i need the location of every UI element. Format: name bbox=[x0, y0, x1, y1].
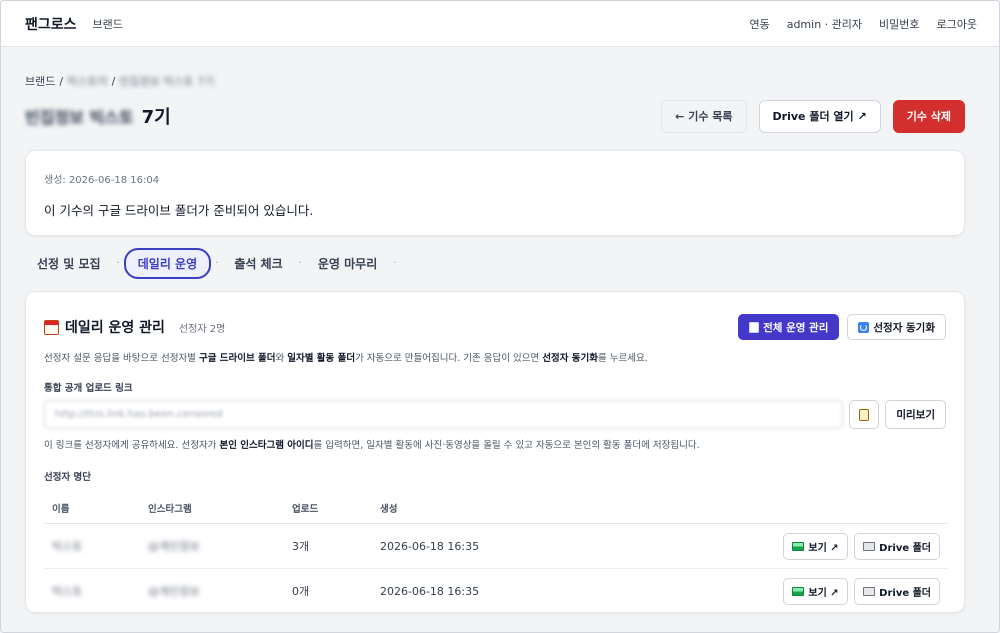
section-description: 선정자 설문 응답을 바탕으로 선정자별 구글 드라이브 폴더와 일자별 활동 … bbox=[44, 350, 946, 364]
desc-text: 선정자 설문 응답을 바탕으로 선정자별 bbox=[44, 353, 199, 364]
desc-text: 를 누르세요. bbox=[598, 353, 648, 364]
col-actions bbox=[572, 495, 948, 524]
back-to-list-button[interactable]: ← 기수 목록 bbox=[661, 99, 747, 133]
row-uploads: 0개 bbox=[284, 568, 372, 614]
clipboard-icon bbox=[859, 408, 870, 421]
tab-separator: · bbox=[215, 257, 219, 269]
manage-all-label: 전체 운영 관리 bbox=[763, 321, 829, 334]
clipboard-list-icon bbox=[749, 321, 760, 333]
col-name: 이름 bbox=[44, 495, 140, 524]
tab-separator: · bbox=[298, 257, 302, 269]
view-button[interactable]: 보기 ↗ bbox=[783, 577, 848, 605]
section-title: 데일리 운영 관리 선정자 2명 bbox=[44, 317, 225, 337]
breadcrumb-brand[interactable]: 빅스토어 bbox=[67, 73, 107, 89]
manage-all-button[interactable]: 전체 운영 관리 bbox=[738, 314, 840, 340]
header-actions: ← 기수 목록 Drive 폴더 열기 ↗ 기수 삭제 bbox=[661, 99, 965, 133]
section-actions: 전체 운영 관리 선정자 동기화 bbox=[738, 314, 946, 340]
page-title-cohort: 7기 bbox=[141, 107, 171, 128]
hint-text: 를 입력하면, 일자별 활동에 사진·동영상을 올릴 수 있고 자동으로 본인의… bbox=[313, 440, 700, 451]
nav-right: 연동 admin · 관리자 비밀번호 로그아웃 bbox=[749, 16, 977, 32]
nav-link-password[interactable]: 비밀번호 bbox=[879, 16, 919, 32]
tab-daily[interactable]: 데일리 운영 bbox=[123, 247, 212, 279]
sync-selected-button[interactable]: 선정자 동기화 bbox=[847, 314, 946, 340]
hint-emphasis: 본인 인스타그램 아이디 bbox=[219, 440, 314, 451]
nav-link-account[interactable]: admin · 관리자 bbox=[787, 16, 862, 32]
upload-link-input[interactable] bbox=[44, 400, 844, 429]
col-instagram: 인스타그램 bbox=[140, 495, 284, 524]
hint-text: 이 링크를 선정자에게 공유하세요. 선정자가 bbox=[44, 440, 220, 451]
row-instagram: @계인정보 bbox=[140, 523, 284, 569]
desc-text: 와 bbox=[275, 353, 288, 364]
stage-tabs: 선정 및 모집 · 데일리 운영 · 출석 체크 · 운영 마무리 · bbox=[25, 247, 400, 279]
open-drive-folder-button[interactable]: Drive 폴더 열기 ↗ bbox=[758, 99, 881, 133]
tab-attendance[interactable]: 출석 체크 bbox=[222, 250, 294, 277]
page-header: 빈집정보 빅스토 7기 ← 기수 목록 Drive 폴더 열기 ↗ 기수 삭제 bbox=[25, 99, 965, 133]
view-label: 보기 ↗ bbox=[808, 587, 839, 599]
section-header: 데일리 운영 관리 선정자 2명 전체 운영 관리 선정자 동기화 bbox=[44, 314, 946, 340]
daily-ops-card: 데일리 운영 관리 선정자 2명 전체 운영 관리 선정자 동기화 선정자 설문… bbox=[25, 291, 965, 614]
drive-folder-button[interactable]: Drive 폴더 bbox=[854, 577, 940, 605]
preview-button[interactable]: 미리보기 bbox=[885, 400, 946, 429]
upload-link-row: 미리보기 bbox=[44, 400, 946, 429]
page-title-name: 빈집정보 빅스토 bbox=[25, 108, 134, 127]
row-created: 2026-06-18 16:35 bbox=[372, 523, 572, 569]
top-nav: 팬그로스 브랜드 연동 admin · 관리자 비밀번호 로그아웃 bbox=[1, 1, 999, 47]
table-row: 빅스토 @계인정보 0개 2026-06-18 16:35 보기 ↗ Drive… bbox=[44, 568, 948, 614]
drive-folder-label: Drive 폴더 bbox=[879, 587, 931, 599]
row-actions: 보기 ↗ Drive 폴더 bbox=[572, 523, 948, 569]
selected-count: 선정자 2명 bbox=[178, 323, 226, 335]
folder-icon bbox=[863, 586, 876, 596]
breadcrumb-separator: / bbox=[59, 74, 64, 88]
tab-selection[interactable]: 선정 및 모집 bbox=[25, 250, 113, 277]
view-button[interactable]: 보기 ↗ bbox=[783, 532, 848, 560]
page-title: 빈집정보 빅스토 7기 bbox=[25, 103, 171, 129]
upload-link-hint: 이 링크를 선정자에게 공유하세요. 선정자가 본인 인스타그램 아이디를 입력… bbox=[44, 437, 946, 451]
drive-ready-message: 이 기수의 구글 드라이브 폴더가 준비되어 있습니다. bbox=[44, 203, 314, 218]
row-name: 빅스토 bbox=[44, 568, 140, 614]
nav-brand-link[interactable]: 브랜드 bbox=[93, 16, 123, 32]
desc-emphasis: 일자별 활동 폴더 bbox=[287, 353, 356, 364]
app-window: 팬그로스 브랜드 연동 admin · 관리자 비밀번호 로그아웃 브랜드 / … bbox=[0, 0, 1000, 633]
created-timestamp: 생성: 2026-06-18 16:04 bbox=[44, 175, 160, 186]
selected-list-label: 선정자 명단 bbox=[44, 472, 92, 483]
brand-logo[interactable]: 팬그로스 bbox=[25, 14, 77, 34]
breadcrumb-current: 빈집정보 빅스토 7기 bbox=[119, 75, 215, 88]
col-created: 생성 bbox=[372, 495, 572, 524]
breadcrumb-separator: / bbox=[111, 74, 116, 88]
col-uploads: 업로드 bbox=[284, 495, 372, 524]
sync-label: 선정자 동기화 bbox=[873, 321, 935, 334]
table-header-row: 이름 인스타그램 업로드 생성 bbox=[44, 495, 948, 524]
folder-icon bbox=[863, 541, 876, 551]
upload-link-label: 통합 공개 업로드 링크 bbox=[44, 383, 133, 394]
tab-separator: · bbox=[116, 257, 120, 269]
row-actions: 보기 ↗ Drive 폴더 bbox=[572, 568, 948, 614]
drive-folder-button[interactable]: Drive 폴더 bbox=[854, 532, 940, 560]
desc-emphasis: 구글 드라이브 폴더 bbox=[198, 353, 276, 364]
image-icon bbox=[792, 586, 805, 596]
breadcrumb: 브랜드 / 빅스토어 / 빈집정보 빅스토 7기 bbox=[25, 73, 214, 89]
breadcrumb-root[interactable]: 브랜드 bbox=[25, 73, 55, 89]
row-uploads: 3개 bbox=[284, 523, 372, 569]
copy-link-button[interactable] bbox=[849, 400, 880, 429]
selected-table: 이름 인스타그램 업로드 생성 빅스토 @계인정보 3개 2026-06-18 … bbox=[44, 495, 948, 614]
row-instagram: @계인정보 bbox=[140, 568, 284, 614]
nav-link-integration[interactable]: 연동 bbox=[749, 16, 769, 32]
tab-separator: · bbox=[393, 257, 397, 269]
sync-icon bbox=[858, 321, 870, 333]
image-icon bbox=[792, 541, 805, 551]
calendar-icon bbox=[44, 319, 59, 335]
desc-emphasis: 선정자 동기화 bbox=[542, 353, 599, 364]
delete-cohort-button[interactable]: 기수 삭제 bbox=[892, 99, 965, 133]
nav-link-logout[interactable]: 로그아웃 bbox=[937, 16, 977, 32]
section-title-text: 데일리 운영 관리 bbox=[65, 320, 165, 336]
row-created: 2026-06-18 16:35 bbox=[372, 568, 572, 614]
info-card: 생성: 2026-06-18 16:04 이 기수의 구글 드라이브 폴더가 준… bbox=[25, 150, 965, 236]
desc-text: 가 자동으로 만들어집니다. 기존 응답이 있으면 bbox=[355, 353, 543, 364]
table-row: 빅스토 @계인정보 3개 2026-06-18 16:35 보기 ↗ Drive… bbox=[44, 523, 948, 569]
tab-wrapup[interactable]: 운영 마무리 bbox=[306, 250, 389, 277]
view-label: 보기 ↗ bbox=[808, 542, 839, 554]
row-name: 빅스토 bbox=[44, 523, 140, 569]
drive-folder-label: Drive 폴더 bbox=[879, 542, 931, 554]
